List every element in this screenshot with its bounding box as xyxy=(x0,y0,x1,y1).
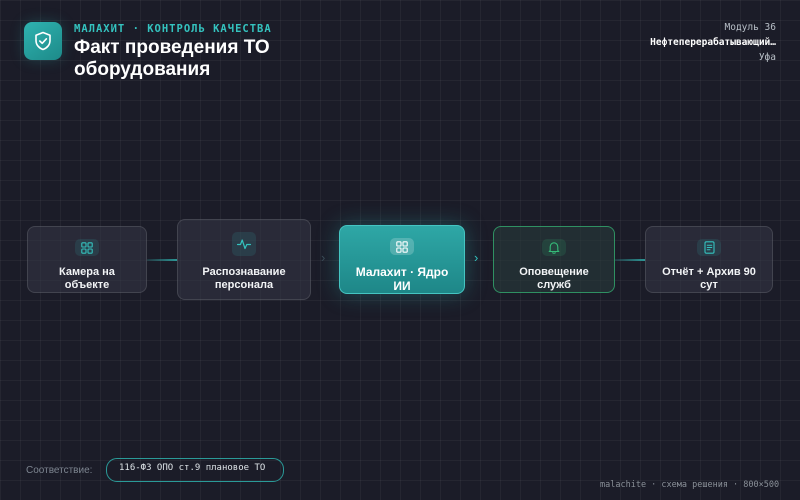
node-ai-core[interactable]: Малахит · Ядро ИИ xyxy=(339,225,465,294)
node-label: Малахит · Ядро ИИ xyxy=(355,265,449,293)
connector-1 xyxy=(147,259,177,261)
chevron-right-icon: › xyxy=(474,250,479,265)
document-icon xyxy=(697,239,721,256)
brand-eyebrow: МАЛАХИТ · КОНТРОЛЬ КАЧЕСТВА xyxy=(74,23,272,35)
node-recognition[interactable]: Распознавание персонала xyxy=(177,219,311,300)
node-notify[interactable]: Оповещение служб xyxy=(493,226,615,293)
grid-icon xyxy=(75,239,99,256)
meta-block: Модуль 36 Нефтеперерабатывающий… Уфа xyxy=(606,20,776,65)
facility-label: Нефтеперерабатывающий… xyxy=(650,37,776,48)
node-label: Оповещение служб xyxy=(519,266,589,291)
city-label: Уфа xyxy=(758,52,776,63)
bell-icon xyxy=(542,239,566,256)
compliance-badge: 116-ФЗ ОПО ст.9 плановое ТО xyxy=(106,458,284,482)
page-title: Факт проведения ТО оборудования xyxy=(74,37,270,80)
grid-icon xyxy=(390,238,414,255)
shield-logo-icon xyxy=(24,22,62,60)
connector-2 xyxy=(615,259,645,261)
node-label: Камера на объекте xyxy=(59,266,115,291)
node-camera[interactable]: Камера на объекте xyxy=(27,226,147,293)
node-report[interactable]: Отчёт + Архив 90 сут xyxy=(645,226,773,293)
node-label: Отчёт + Архив 90 сут xyxy=(662,266,756,291)
footer-caption: malachite · схема решения · 800×500 xyxy=(600,480,780,490)
chevron-right-icon: › xyxy=(321,250,326,265)
compliance-label: Соответствие: xyxy=(26,465,93,476)
node-label: Распознавание персонала xyxy=(202,266,286,291)
pulse-icon xyxy=(232,232,256,256)
module-label: Модуль 36 xyxy=(724,22,776,33)
